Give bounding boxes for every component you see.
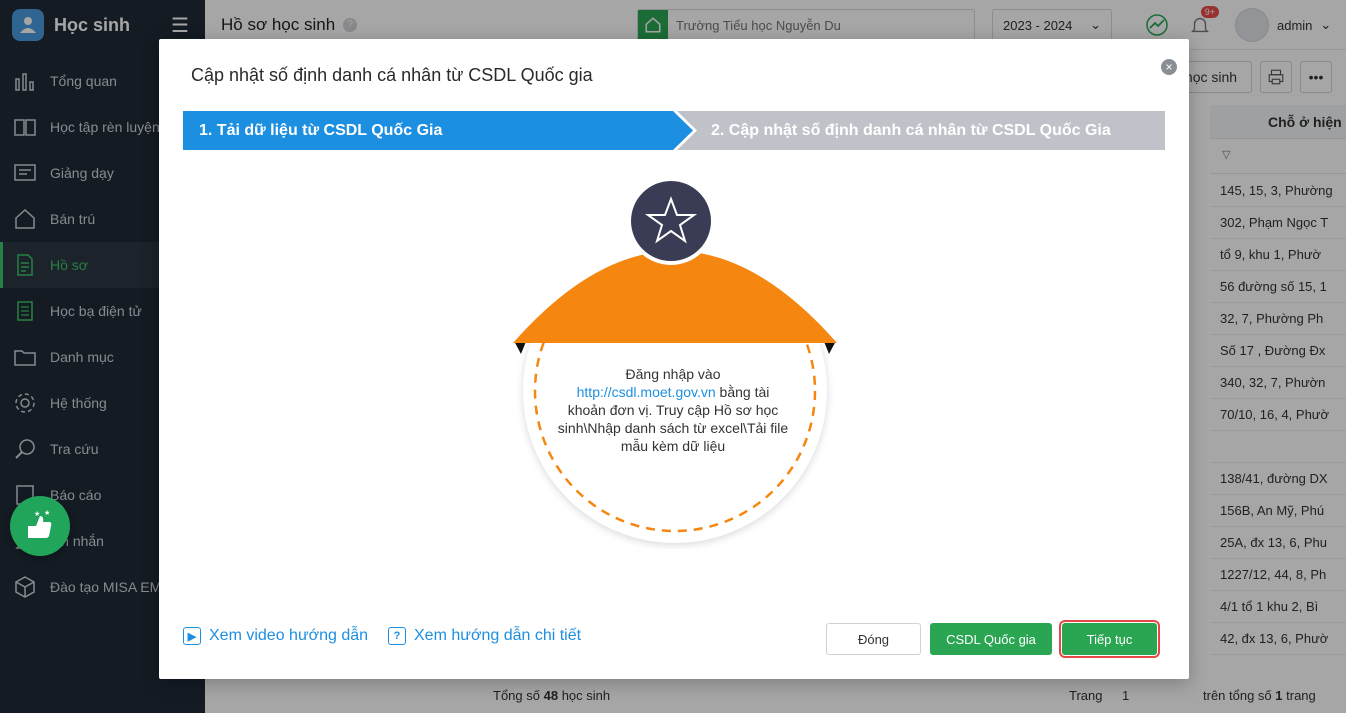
step-2: 2. Cập nhật số định danh cá nhân từ CSDL… (677, 111, 1165, 150)
close-button[interactable]: Đóng (826, 623, 921, 655)
update-id-dialog: Cập nhật số định danh cá nhân từ CSDL Qu… (159, 39, 1189, 679)
close-icon[interactable]: × (1161, 59, 1177, 75)
csdl-link[interactable]: http://csdl.moet.gov.vn (577, 384, 716, 400)
step-1: 1. Tải dữ liệu từ CSDL Quốc Gia (183, 111, 693, 150)
csdl-button[interactable]: CSDL Quốc gia (930, 623, 1052, 655)
wizard-steps: 1. Tải dữ liệu từ CSDL Quốc Gia 2. Cập n… (183, 111, 1165, 150)
step-2-label: 2. Cập nhật số định danh cá nhân từ CSDL… (711, 121, 1111, 139)
help-detail-link[interactable]: ? Xem hướng dẫn chi tiết (388, 627, 581, 645)
question-icon: ? (388, 627, 406, 645)
step-1-label: 1. Tải dữ liệu từ CSDL Quốc Gia (199, 121, 443, 139)
svg-text:★: ★ (34, 510, 40, 518)
instruction-prefix: Đăng nhập vào (625, 366, 721, 382)
play-icon: ▶ (183, 627, 201, 645)
help-video-link[interactable]: ▶ Xem video hướng dẫn (183, 627, 368, 645)
dialog-title: Cập nhật số định danh cá nhân từ CSDL Qu… (191, 65, 593, 85)
feedback-thumbs-up-button[interactable]: ★ ★ (10, 496, 70, 556)
help-video-label: Xem video hướng dẫn (209, 627, 369, 644)
help-detail-label: Xem hướng dẫn chi tiết (414, 627, 582, 644)
svg-text:★: ★ (44, 509, 50, 517)
continue-button[interactable]: Tiếp tục (1059, 620, 1160, 658)
instruction-text: Đăng nhập vào http://csdl.moet.gov.vn bằ… (557, 365, 789, 455)
thumbs-up-icon: ★ ★ (28, 509, 52, 538)
instruction-illustration (511, 179, 839, 543)
